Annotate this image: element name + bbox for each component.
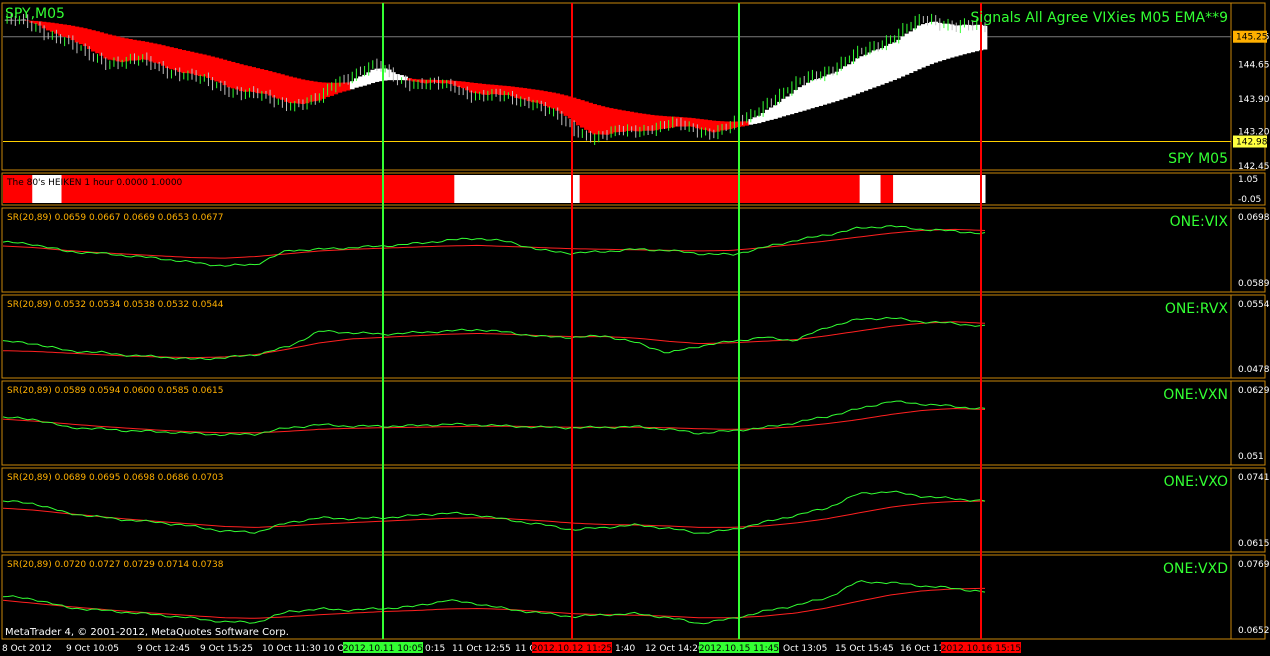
indicator-symbol: ONE:VXD: [1163, 561, 1228, 577]
indicator-tick-label: 0.0698: [1238, 213, 1270, 223]
heiken-block: [893, 175, 986, 203]
indicator-label: SR(20,89) 0.0689 0.0695 0.0698 0.0686 0.…: [7, 473, 224, 483]
signal-tag-label: 2012.10.15 11:45: [699, 644, 779, 654]
indicator-tick-label: 0.0769: [1238, 560, 1270, 570]
time-tick-label: 10 Oct 11:30: [262, 644, 321, 654]
heiken-tick-label: 1.05: [1238, 175, 1258, 185]
indicator-tick-label: 0.0478: [1238, 365, 1270, 375]
time-tick-label: Oct 13:05: [783, 644, 827, 654]
time-tick-label: 0:15: [425, 644, 445, 654]
copyright-text: MetaTrader 4, © 2001-2012, MetaQuotes So…: [5, 627, 289, 638]
signal-tag-buy: 2012.10.15 11:45: [699, 642, 779, 654]
indicator-label: SR(20,89) 0.0720 0.0727 0.0729 0.0714 0.…: [7, 560, 224, 570]
indicator-symbol: ONE:VIX: [1170, 214, 1229, 230]
time-tick-label: 8 Oct 2012: [2, 644, 52, 654]
indicator-tick-label: 0.0554: [1238, 300, 1270, 310]
signal-tag-label: 2012.10.16 15:15: [941, 644, 1021, 654]
indicator-symbol: ONE:VXN: [1163, 387, 1228, 403]
indicator-symbol: ONE:VXO: [1164, 474, 1228, 490]
price-tick-label: 142.45: [1238, 162, 1270, 172]
time-tick-label: 10 O: [323, 644, 344, 654]
time-tick-label: 11 Oct 12:55: [452, 644, 511, 654]
chart-background: [0, 0, 1270, 656]
signal-tag-sell: 2012.10.16 15:15: [941, 642, 1021, 654]
indicator-label: SR(20,89) 0.0532 0.0534 0.0538 0.0532 0.…: [7, 300, 224, 310]
signal-tag-buy: 2012.10.11 10:05: [343, 642, 423, 654]
time-tick-label: 9 Oct 15:25: [200, 644, 253, 654]
price-tick-label: 144.65: [1238, 60, 1270, 70]
indicator-tick-label: 0.0615: [1238, 539, 1270, 549]
symbol-top-label: SPY,M05: [5, 6, 65, 22]
indicator-tick-label: 0.0589: [1238, 279, 1270, 289]
indicator-tick-label: 0.0629: [1238, 386, 1270, 396]
signal-tag-label: 2012.10.12 11:25: [532, 644, 612, 654]
price-tick-label: 143.90: [1238, 95, 1270, 105]
price-level-tag-label: 142.98: [1236, 138, 1268, 148]
time-tick-label: 15 Oct 15:45: [835, 644, 894, 654]
heiken-block: [880, 175, 894, 203]
indicator-symbol: ONE:RVX: [1165, 301, 1229, 317]
heiken-tick-label: -0.05: [1238, 195, 1261, 205]
time-tick-label: 9 Oct 12:45: [137, 644, 190, 654]
indicator-tick-label: 0.0652: [1238, 626, 1270, 636]
indicator-label: SR(20,89) 0.0659 0.0667 0.0669 0.0653 0.…: [7, 213, 224, 223]
indicator-tick-label: 0.0741: [1238, 473, 1270, 483]
heiken-indicator-label: The 80's HEIKEN 1 hour 0.0000 1.0000: [6, 178, 183, 188]
indicator-label: SR(20,89) 0.0589 0.0594 0.0600 0.0585 0.…: [7, 386, 224, 396]
heiken-block: [454, 175, 581, 203]
indicator-tick-label: 0.051: [1238, 452, 1264, 462]
price-level-tag-label: 145.25: [1236, 33, 1268, 43]
time-tick-label: 9 Oct 10:05: [66, 644, 119, 654]
signal-tag-label: 2012.10.11 10:05: [343, 644, 423, 654]
symbol-bottom-label: SPY M05: [1168, 151, 1228, 167]
heiken-block: [859, 175, 882, 203]
time-tick-label: 1:40: [615, 644, 635, 654]
mt4-chart-window[interactable]: 145.25144.65143.90143.20142.45145.25142.…: [0, 0, 1270, 656]
heiken-block: [579, 175, 861, 203]
signal-tag-sell: 2012.10.12 11:25: [532, 642, 612, 654]
chart-title: Signals All Agree VIXies M05 EMA**9: [971, 10, 1228, 26]
time-tick-label: 12 Oct 14:20: [645, 644, 704, 654]
